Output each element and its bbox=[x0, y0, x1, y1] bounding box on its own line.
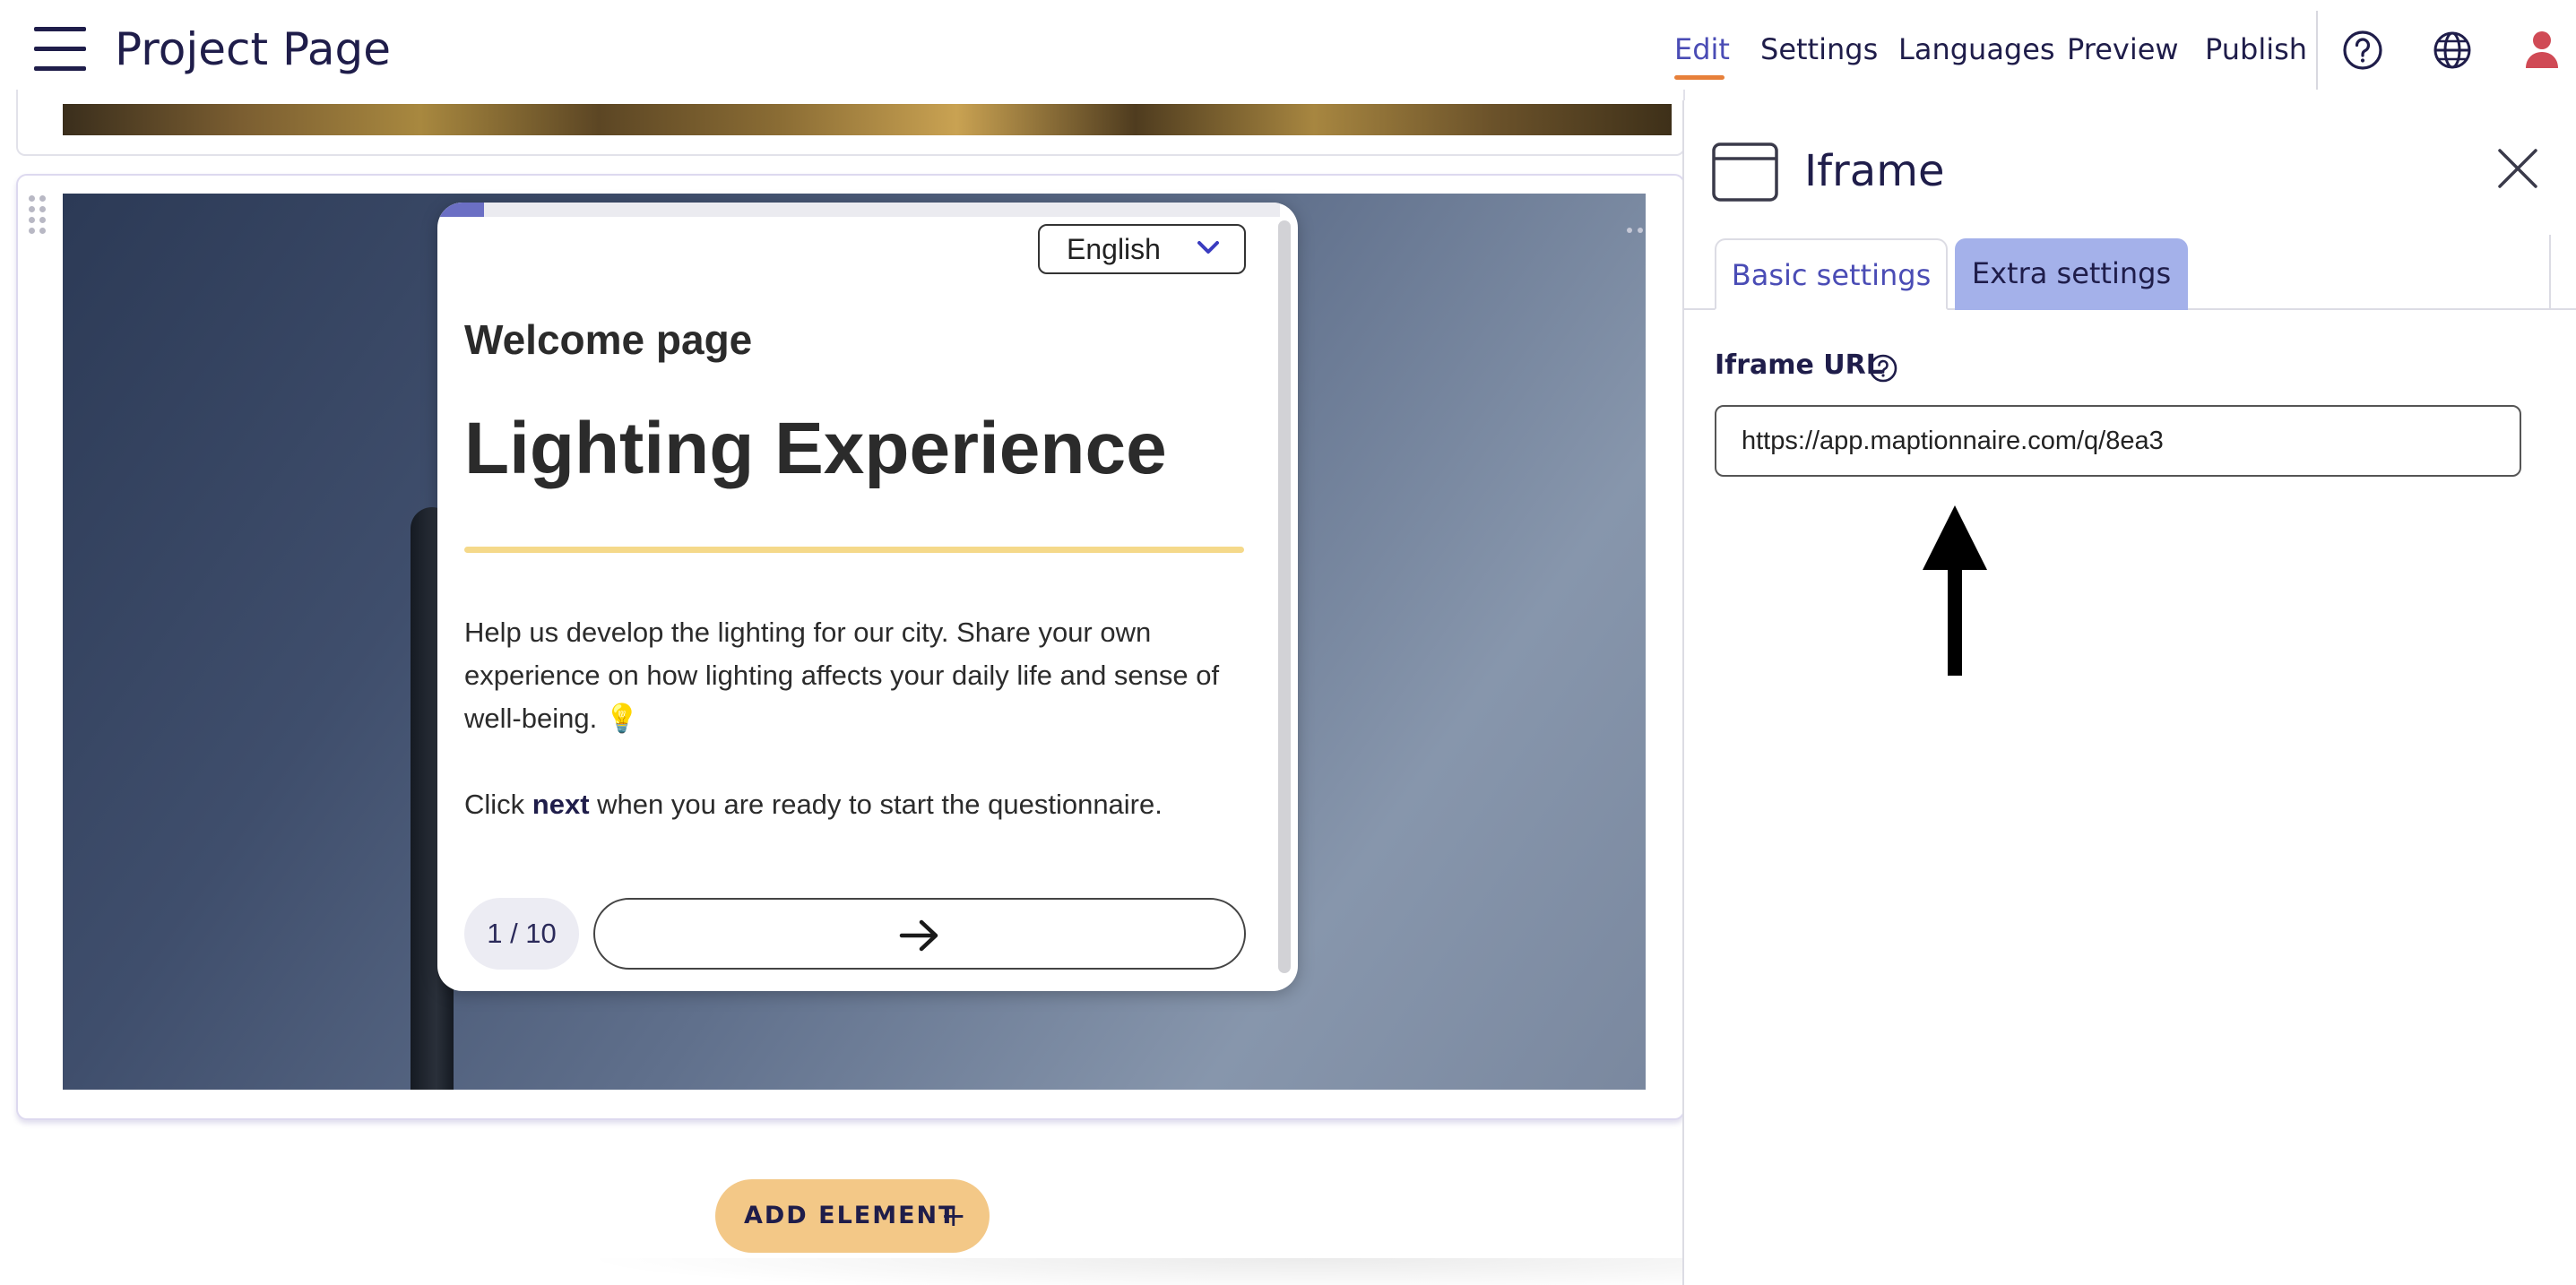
help-icon[interactable] bbox=[1867, 352, 1899, 384]
close-icon[interactable] bbox=[2494, 145, 2541, 192]
nav-settings[interactable]: Settings bbox=[1760, 27, 1878, 73]
nav-languages[interactable]: Languages bbox=[1898, 27, 2055, 73]
iframe-settings-panel: Iframe Basic settings Extra settings Ifr… bbox=[1682, 100, 2576, 1285]
plus-icon: + bbox=[940, 1198, 968, 1234]
add-element-button[interactable]: ADD ELEMENT + bbox=[715, 1179, 990, 1253]
globe-icon[interactable] bbox=[2427, 25, 2477, 75]
language-select[interactable]: English bbox=[1038, 224, 1246, 274]
nav-divider bbox=[2316, 11, 2318, 90]
active-nav-indicator bbox=[1674, 75, 1725, 80]
progress-bar bbox=[437, 203, 1280, 217]
iframe-url-label: Iframe URL bbox=[1715, 349, 1883, 381]
instruction-suffix: when you are ready to start the question… bbox=[589, 789, 1163, 820]
intro-text: Help us develop the lighting for our cit… bbox=[464, 617, 1220, 734]
more-options-icon[interactable] bbox=[1627, 228, 1654, 237]
chevron-down-icon bbox=[1197, 241, 1219, 254]
drag-handle-icon[interactable] bbox=[27, 194, 50, 238]
questionnaire-title: Lighting Experience bbox=[464, 408, 1167, 489]
add-element-label: ADD ELEMENT bbox=[744, 1202, 957, 1229]
arrow-up-annotation bbox=[1923, 505, 1987, 676]
help-icon[interactable] bbox=[2338, 25, 2388, 75]
instruction-text: Click next when you are ready to start t… bbox=[464, 783, 1253, 826]
panel-scroll-edge bbox=[2549, 235, 2551, 308]
page-title: Project Page bbox=[115, 23, 392, 75]
questionnaire-scrollbar[interactable] bbox=[1278, 220, 1291, 973]
app-window: Project Page Edit Settings Languages Pre… bbox=[0, 0, 2576, 1285]
instruction-next-bold: next bbox=[532, 789, 590, 820]
arrow-right-icon bbox=[899, 919, 938, 952]
top-bar: Project Page Edit Settings Languages Pre… bbox=[0, 0, 2576, 100]
page-indicator: 1 / 10 bbox=[464, 898, 579, 970]
tab-extra-settings[interactable]: Extra settings bbox=[1955, 238, 2188, 310]
language-value: English bbox=[1067, 233, 1161, 265]
nav-publish[interactable]: Publish bbox=[2205, 27, 2307, 73]
welcome-heading: Welcome page bbox=[464, 316, 753, 363]
iframe-icon bbox=[1712, 142, 1778, 202]
questionnaire-card: English Welcome page Lighting Experience… bbox=[437, 203, 1298, 991]
user-icon[interactable] bbox=[2517, 25, 2567, 75]
nav-preview[interactable]: Preview bbox=[2067, 27, 2179, 73]
panel-title: Iframe bbox=[1804, 146, 1945, 196]
previous-element-image bbox=[63, 104, 1672, 135]
title-divider bbox=[464, 547, 1244, 553]
next-button[interactable] bbox=[593, 898, 1246, 970]
tab-basic-settings[interactable]: Basic settings bbox=[1715, 238, 1948, 310]
instruction-prefix: Click bbox=[464, 789, 532, 820]
progress-fill bbox=[437, 203, 484, 217]
nav-edit[interactable]: Edit bbox=[1674, 27, 1730, 73]
iframe-url-input[interactable] bbox=[1715, 405, 2521, 477]
menu-icon[interactable] bbox=[34, 27, 86, 72]
